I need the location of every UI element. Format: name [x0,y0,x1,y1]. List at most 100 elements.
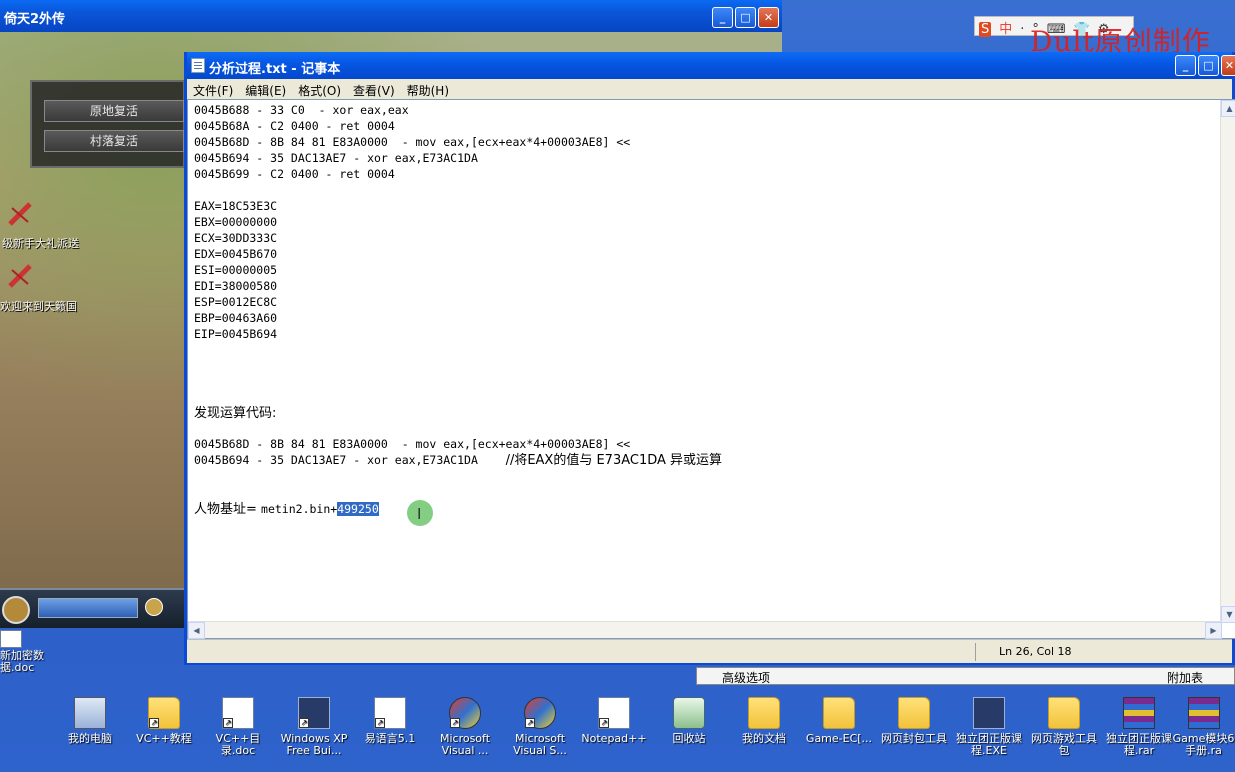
base-address-offset-selected[interactable]: 499250 [337,502,379,516]
text-cursor-icon: I [417,505,422,523]
game-close-button[interactable]: ✕ [758,7,779,28]
desktop-icon-web-packet-tool[interactable]: 网页封包工具 [877,697,951,745]
desktop-icon-label: 易语言5.1 [364,732,416,745]
desktop-icon-label: 网页游戏工具包 [1031,732,1097,757]
hud-orb-icon[interactable] [145,598,163,616]
notepad-titlebar[interactable]: 分析过程.txt - 记事本 [187,52,1232,79]
close-button[interactable]: ✕ [1221,55,1235,76]
maximize-button[interactable]: □ [1198,55,1219,76]
ime-punctuation-icon[interactable]: · [1020,22,1024,37]
menu-format[interactable]: 格式(O) [298,84,341,98]
easy-language-icon: ↗ [374,697,406,729]
text-line: 0045B68D - 8B 84 81 E83A0000 - mov eax,[… [194,437,631,451]
desktop-icon-label: Microsoft Visual ... [439,732,491,757]
recycle-bin-icon [673,697,705,729]
folder-icon [823,697,855,729]
menu-edit[interactable]: 编辑(E) [245,84,286,98]
menu-file[interactable]: 文件(F) [193,84,233,98]
desktop-icon-label: Game-EC[... [805,732,873,745]
text-line: ECX=30DD333C [194,231,278,245]
folder-icon [1048,697,1080,729]
text-line: 发现运算代码: [194,406,277,421]
folder-icon [748,697,780,729]
notepad-title: 分析过程.txt - 记事本 [209,62,341,77]
menu-help[interactable]: 帮助(H) [407,84,449,98]
ime-mode-chinese[interactable]: 中 [999,22,1012,37]
scroll-left-arrow-icon[interactable]: ◀ [188,622,205,639]
text-line: EIP=0045B694 [194,327,278,341]
desktop-icon-label: 网页封包工具 [881,732,947,745]
text-line: ESI=00000005 [194,263,278,277]
cursor-position: Ln 26, Col 18 [999,645,1072,658]
status-divider [975,643,976,661]
desktop-icon-my-computer[interactable]: 我的电脑 [53,697,127,745]
desktop-icon-encrypted-doc[interactable]: 新加密数据.doc [0,630,60,674]
desktop-icon-windows-xp-build[interactable]: ↗ Windows XP Free Bui... [277,697,351,757]
folder-icon: ↗ [148,697,180,729]
notepad-icon[interactable] [191,58,205,73]
desktop-icon-course-rar[interactable]: 独立团正版课程.rar [1102,697,1176,757]
scroll-icon[interactable] [6,262,34,290]
base-address-label: 人物基址= [194,502,262,517]
desktop-icon-game-module-rar[interactable]: Game模块6手册.ra [1172,697,1235,757]
desktop-icon-recycle-bin[interactable]: 回收站 [652,697,726,745]
base-address-module: metin2.bin+ [261,502,338,516]
advanced-options-tab[interactable]: 高级选项 [722,669,770,686]
attachment-tab[interactable]: 附加表 [1167,669,1203,686]
text-line: EDX=0045B670 [194,247,278,261]
desktop-icon-vc-doc[interactable]: ↗ VC++目录.doc [201,697,275,757]
text-line: 0045B68A - C2 0400 - ret 0004 [194,119,395,133]
desktop-icon-label: 新加密数据.doc [0,649,44,674]
desktop-icon-game-ec[interactable]: Game-EC[... [802,697,876,745]
scroll-up-arrow-icon[interactable]: ▲ [1221,100,1235,117]
computer-icon [74,697,106,729]
desktop-icon-ms-visual-2[interactable]: ↗ Microsoft Visual S... [503,697,577,757]
desktop-icon-notepad-plus[interactable]: ↗ Notepad++ [577,697,651,745]
sogou-icon[interactable]: S [979,22,992,37]
desktop-icon-label: VC++教程 [136,732,192,745]
menu-view[interactable]: 查看(V) [353,84,395,98]
text-line: 0045B68D - 8B 84 81 E83A0000 - mov eax,[… [194,135,631,149]
text-line: 0045B688 - 33 C0 - xor eax,eax [194,103,409,117]
installer-icon [973,697,1005,729]
desktop-icon-ms-visual-1[interactable]: ↗ Microsoft Visual ... [428,697,502,757]
scroll-icon[interactable] [6,200,34,228]
text-line: EAX=18C53E3C [194,199,278,213]
desktop-icon-label: 独立团正版课程.EXE [956,732,1022,757]
desktop-icon-label: 独立团正版课程.rar [1106,732,1172,757]
text-line: 0045B699 - C2 0400 - ret 0004 [194,167,395,181]
desktop-icon-label: 我的电脑 [68,732,112,745]
editor-content[interactable]: 0045B688 - 33 C0 - xor eax,eax 0045B68A -… [194,102,1219,518]
desktop-icon-label: Windows XP Free Bui... [280,732,348,757]
desktop-icon-label: 回收站 [672,732,706,745]
desktop-icon-label: 我的文档 [742,732,786,745]
scroll-down-arrow-icon[interactable]: ▼ [1221,606,1235,623]
desktop-icon-my-documents[interactable]: 我的文档 [727,697,801,745]
minimize-button[interactable]: _ [1175,55,1196,76]
game-maximize-button[interactable]: □ [735,7,756,28]
horizontal-scrollbar[interactable]: ◀ ▶ [188,621,1222,639]
options-strip: 高级选项 附加表 [696,667,1235,685]
text-comment: //将EAX的值与 E73AC1DA 异或运算 [505,453,723,468]
desktop-icon-vc-tutorial[interactable]: ↗ VC++教程 [127,697,201,745]
game-notice-1: 级新手大礼派送 [2,237,79,250]
game-window-titlebar[interactable]: 倚天2外传 [0,0,782,32]
visual-studio-icon: ↗ [524,697,556,729]
winrar-icon [1187,697,1220,729]
winrar-icon [1123,697,1155,729]
desktop-icon-easy-language[interactable]: ↗ 易语言5.1 [353,697,427,745]
game-hud [0,588,185,628]
mana-bar [38,598,138,618]
revive-village-button[interactable]: 村落复活 [44,130,184,152]
scroll-right-arrow-icon[interactable]: ▶ [1205,622,1222,639]
desktop-icon-web-game-toolkit[interactable]: 网页游戏工具包 [1027,697,1101,757]
revive-here-button[interactable]: 原地复活 [44,100,184,122]
game-minimize-button[interactable]: _ [712,7,733,28]
desktop-icon-course-exe[interactable]: 独立团正版课程.EXE [952,697,1026,757]
revive-panel: 原地复活 村落复活 [30,80,185,168]
desktop-icon-label: Game模块6手册.ra [1172,732,1235,757]
text-line: EBX=00000000 [194,215,278,229]
vertical-scrollbar[interactable]: ▲ ▼ [1220,100,1235,623]
text-editor[interactable]: 0045B688 - 33 C0 - xor eax,eax 0045B68A -… [187,99,1235,639]
text-line: ESP=0012EC8C [194,295,278,309]
